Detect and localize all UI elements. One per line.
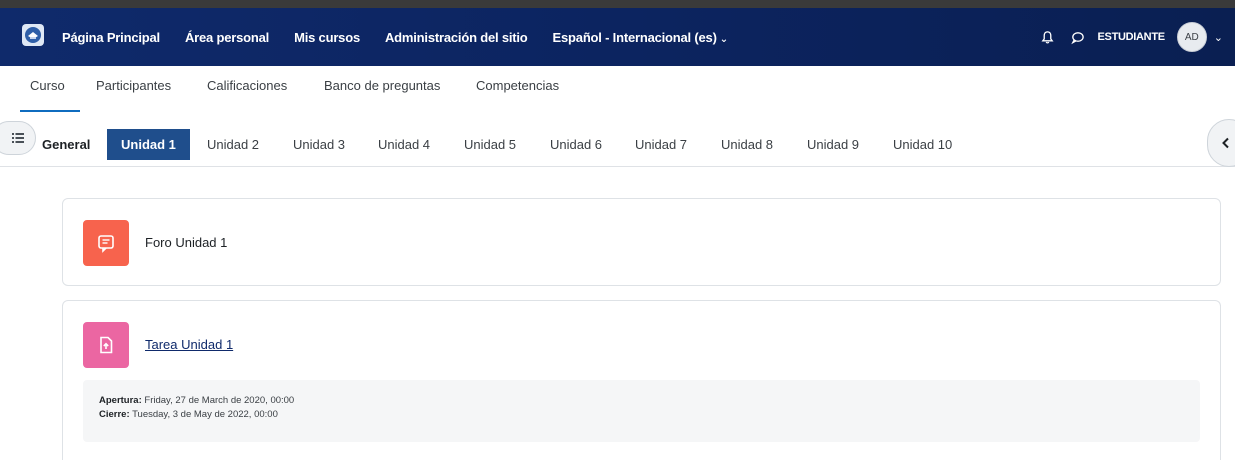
top-navbar: Página Principal Área personal Mis curso… [0, 0, 1235, 66]
open-date-value: Friday, 27 de March de 2020, 00:00 [144, 395, 295, 406]
unit-tabs: General Unidad 1 Unidad 2 Unidad 3 Unida… [0, 119, 1235, 167]
tab-unidad-3[interactable]: Unidad 3 [279, 129, 359, 160]
tab-unidad-4[interactable]: Unidad 4 [364, 129, 444, 160]
close-date-label: Cierre: [99, 409, 130, 420]
tab-unidad-7[interactable]: Unidad 7 [621, 129, 701, 160]
block-drawer-toggle[interactable] [1207, 119, 1235, 167]
tab-curso[interactable]: Curso [30, 78, 65, 93]
tab-competencias[interactable]: Competencias [476, 78, 559, 93]
assignment-icon[interactable] [83, 322, 129, 368]
user-area: ESTUDIANTE AD ⌄ [1038, 8, 1223, 66]
activity-card-assignment: Tarea Unidad 1 Apertura: Friday, 27 de M… [62, 300, 1221, 460]
tab-unidad-1[interactable]: Unidad 1 [107, 129, 190, 160]
close-date-value: Tuesday, 3 de May de 2022, 00:00 [132, 409, 278, 420]
chevron-down-icon: ⌄ [719, 33, 728, 45]
nav-link-site-admin[interactable]: Administración del sitio [385, 30, 528, 45]
tab-unidad-6[interactable]: Unidad 6 [536, 129, 616, 160]
language-menu[interactable]: Español - Internacional (es) ⌄ [552, 29, 729, 45]
activity-dates: Apertura: Friday, 27 de March de 2020, 0… [83, 380, 1200, 442]
tab-unidad-5[interactable]: Unidad 5 [450, 129, 530, 160]
message-icon[interactable] [1068, 27, 1088, 47]
nav-link-home[interactable]: Página Principal [62, 30, 160, 45]
open-date-label: Apertura: [99, 395, 142, 406]
bell-icon[interactable] [1038, 27, 1058, 47]
active-tab-indicator [20, 110, 80, 112]
tab-unidad-9[interactable]: Unidad 9 [793, 129, 873, 160]
avatar[interactable]: AD [1176, 22, 1207, 52]
tab-general[interactable]: General [28, 129, 104, 160]
list-icon [12, 133, 24, 143]
activity-name[interactable]: Foro Unidad 1 [145, 235, 227, 250]
course-secondary-navigation: Curso Participantes Calificaciones Banco… [0, 66, 1235, 116]
tab-unidad-8[interactable]: Unidad 8 [707, 129, 787, 160]
nav-link-my-courses[interactable]: Mis cursos [294, 30, 360, 45]
primary-navigation: Página Principal Área personal Mis curso… [62, 8, 753, 66]
chevron-down-icon[interactable]: ⌄ [1214, 31, 1223, 44]
tab-participantes[interactable]: Participantes [96, 78, 171, 93]
activity-card-forum: Foro Unidad 1 [62, 198, 1221, 286]
nav-link-dashboard[interactable]: Área personal [185, 30, 269, 45]
tab-unidad-10[interactable]: Unidad 10 [879, 129, 966, 160]
school-logo-icon[interactable] [22, 24, 44, 46]
close-date-row: Cierre: Tuesday, 3 de May de 2022, 00:00 [99, 408, 1184, 422]
chevron-left-icon [1222, 137, 1229, 149]
tab-calificaciones[interactable]: Calificaciones [207, 78, 287, 93]
language-menu-label: Español - Internacional (es) [552, 29, 717, 45]
forum-icon[interactable] [83, 220, 129, 266]
tab-banco-de-preguntas[interactable]: Banco de preguntas [324, 78, 440, 93]
open-date-row: Apertura: Friday, 27 de March de 2020, 0… [99, 394, 1184, 408]
tab-unidad-2[interactable]: Unidad 2 [193, 129, 273, 160]
activity-link[interactable]: Tarea Unidad 1 [145, 337, 233, 352]
user-name[interactable]: ESTUDIANTE [1098, 31, 1166, 43]
